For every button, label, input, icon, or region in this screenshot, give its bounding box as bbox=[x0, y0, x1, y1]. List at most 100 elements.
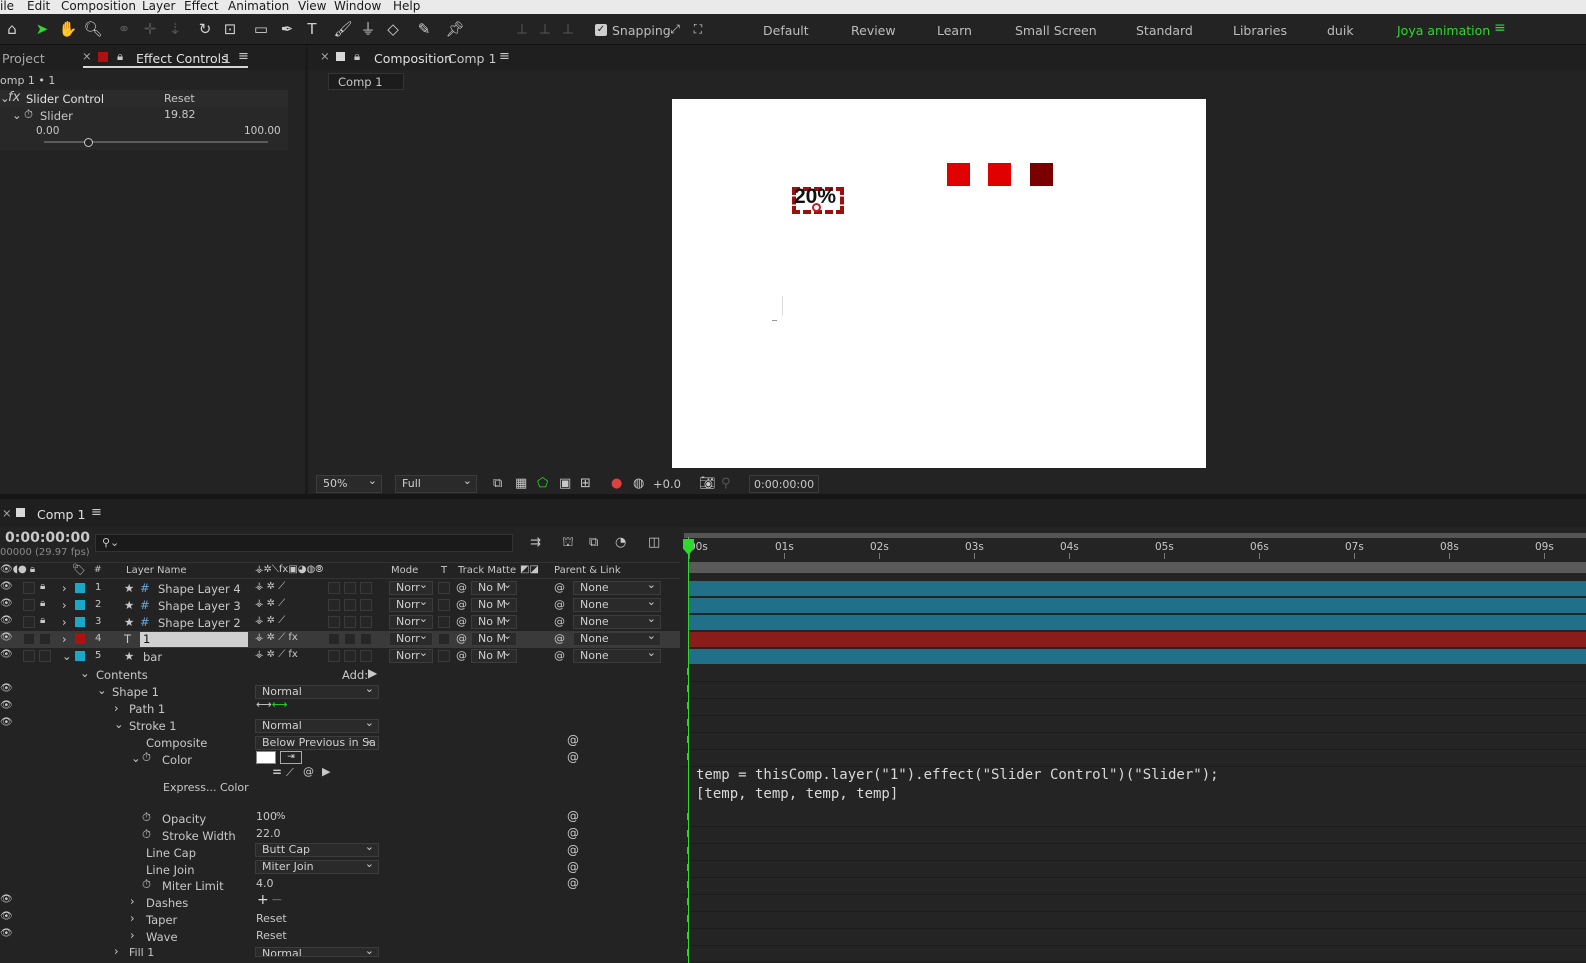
expression-pickwhip-icon[interactable]: @ bbox=[303, 765, 314, 778]
layer-duration-bar[interactable] bbox=[689, 598, 1586, 613]
parent-dropdown[interactable]: None bbox=[573, 579, 661, 595]
composite-dropdown[interactable]: Below Previous in Sa bbox=[255, 736, 379, 750]
dashes-chevron-icon[interactable]: › bbox=[130, 894, 135, 908]
layer-switch-icons[interactable]: ⚶ ✲ ⟋ bbox=[255, 615, 285, 626]
snap-features-icon[interactable]: ⛶ bbox=[688, 19, 708, 39]
matte-pickwhip-icon[interactable]: @ bbox=[456, 598, 467, 611]
workspace-standard[interactable]: Standard bbox=[1136, 23, 1193, 38]
parent-dropdown[interactable]: None bbox=[573, 613, 661, 629]
effect-name[interactable]: Slider Control bbox=[26, 92, 104, 106]
stopwatch-icon[interactable]: ⏱︎ bbox=[142, 810, 151, 825]
draft-3d-icon[interactable]: ⛫ bbox=[562, 535, 574, 552]
fast-previews-icon[interactable]: ⧉ bbox=[493, 476, 502, 491]
pickwhip-icon[interactable]: @ bbox=[567, 826, 579, 840]
motion-blur-switch[interactable] bbox=[328, 599, 340, 611]
miter-limit-value[interactable]: 4.0 bbox=[256, 877, 274, 890]
layer-mode-dropdown[interactable]: Norr bbox=[389, 579, 433, 595]
layer-name[interactable]: bar bbox=[143, 650, 162, 664]
path1-chevron-icon[interactable]: › bbox=[114, 701, 119, 715]
comp-mini-flowchart-icon[interactable]: ⇉ bbox=[530, 535, 541, 550]
3d-layer-switch[interactable] bbox=[360, 582, 372, 594]
layer-label-color[interactable] bbox=[75, 617, 85, 627]
eyedropper-icon[interactable]: ⇥ bbox=[280, 751, 302, 764]
layer-search-input[interactable]: ⚲⌄ bbox=[95, 534, 513, 552]
axis-local-icon[interactable]: ⟂ bbox=[512, 19, 532, 39]
3d-layer-switch[interactable] bbox=[360, 616, 372, 628]
taper-chevron-icon[interactable]: › bbox=[130, 911, 135, 925]
layer-label-color[interactable] bbox=[75, 583, 85, 593]
pickwhip-icon[interactable]: @ bbox=[567, 876, 579, 890]
layer-expand-chevron-icon[interactable]: › bbox=[62, 598, 67, 612]
slider-track[interactable] bbox=[44, 141, 268, 143]
viewer-timecode[interactable]: 0:00:00:00 bbox=[749, 475, 819, 493]
motion-blur-switch[interactable] bbox=[328, 633, 340, 645]
workspace-default[interactable]: Default bbox=[763, 23, 809, 38]
path-direction-icons[interactable]: ⟷⟷ bbox=[256, 698, 288, 711]
rotate-tool-icon[interactable]: ↻ bbox=[195, 19, 215, 39]
work-area-bar[interactable] bbox=[684, 533, 1586, 538]
anchor-point-icon[interactable] bbox=[812, 203, 821, 212]
graph-editor-icon[interactable]: ◫ bbox=[648, 535, 660, 550]
mode-header[interactable]: Mode bbox=[391, 565, 418, 576]
layer-switch-icons[interactable]: ⚶ ✲ ⟋ fx bbox=[255, 649, 298, 660]
axis-world-icon[interactable]: ⟂ bbox=[535, 19, 555, 39]
motion-blur-switch[interactable] bbox=[328, 582, 340, 594]
wave-chevron-icon[interactable]: › bbox=[130, 928, 135, 942]
adjustment-switch[interactable] bbox=[344, 633, 356, 645]
layer-name[interactable]: Shape Layer 2 bbox=[158, 616, 241, 630]
add-dash-button[interactable]: + bbox=[257, 892, 269, 908]
menu-composition[interactable]: Composition bbox=[61, 0, 136, 13]
panel-menu-icon[interactable]: ≡ bbox=[499, 49, 510, 64]
layer-label-color[interactable] bbox=[75, 651, 85, 661]
expression-language-menu-icon[interactable]: ▶ bbox=[322, 765, 330, 778]
snapping-checkbox[interactable]: ✓ bbox=[595, 24, 607, 36]
close-icon[interactable]: × bbox=[2, 506, 12, 520]
parent-pickwhip-icon[interactable]: @ bbox=[554, 581, 565, 594]
layer-name[interactable]: Shape Layer 4 bbox=[158, 582, 241, 596]
close-icon[interactable]: × bbox=[82, 49, 92, 63]
matte-pickwhip-icon[interactable]: @ bbox=[456, 581, 467, 594]
menu-help[interactable]: Help bbox=[393, 0, 420, 13]
eye-icon[interactable]: 👁︎ bbox=[0, 615, 13, 626]
layer-row[interactable]: 👁︎ › 4 T1 ⚶ ✲ ⟋ fx Norr @ No M @ None bbox=[0, 630, 680, 648]
lock-icon[interactable]: 🔒︎ bbox=[354, 49, 360, 64]
pickwhip-icon[interactable]: @ bbox=[567, 733, 579, 747]
lock-icon[interactable]: 🔒︎ bbox=[40, 581, 45, 592]
eye-icon[interactable]: 👁︎ bbox=[0, 700, 13, 711]
pickwhip-icon[interactable]: @ bbox=[567, 750, 579, 764]
clone-stamp-tool-icon[interactable]: ⏚ bbox=[358, 19, 378, 39]
tab-project[interactable]: Project bbox=[2, 51, 45, 66]
track-matte-header[interactable]: Track Matte bbox=[458, 565, 516, 576]
color-management-icon[interactable]: ◍ bbox=[633, 476, 644, 491]
panel-menu-icon[interactable]: ≡ bbox=[91, 505, 102, 520]
menu-layer[interactable]: Layer bbox=[142, 0, 175, 13]
red-square-2[interactable] bbox=[988, 163, 1011, 186]
time-ruler[interactable]: 00s 01s 02s 03s 04s 05s 06s 07s 08s 09s bbox=[682, 539, 1586, 559]
motion-blur-icon[interactable]: ◔ bbox=[615, 535, 626, 550]
anchor-tool-icon[interactable]: ⊡ bbox=[220, 19, 240, 39]
workspace-duik[interactable]: duik bbox=[1327, 23, 1354, 38]
track-matte-dropdown[interactable]: No M bbox=[471, 579, 517, 595]
exposure-value[interactable]: +0.0 bbox=[653, 477, 681, 491]
selection-tool-icon[interactable]: ➤ bbox=[32, 19, 52, 39]
solo-toggle[interactable] bbox=[23, 633, 35, 645]
expand-slider-chevron-icon[interactable]: ⌄ bbox=[12, 108, 22, 122]
eye-icon[interactable]: 👁︎ bbox=[0, 632, 13, 643]
solo-toggle[interactable] bbox=[23, 599, 35, 611]
stroke1-chevron-icon[interactable]: ⌄ bbox=[114, 717, 124, 731]
pickwhip-icon[interactable]: @ bbox=[567, 809, 579, 823]
shape1-chevron-icon[interactable]: ⌄ bbox=[97, 683, 107, 697]
menu-view[interactable]: View bbox=[298, 0, 326, 13]
lock-toggle[interactable] bbox=[39, 650, 51, 662]
eye-icon[interactable]: 👁︎ bbox=[0, 911, 13, 922]
workspace-joya-animation[interactable]: Joya animation bbox=[1397, 23, 1490, 38]
frame-blending-icon[interactable]: ⧉ bbox=[589, 535, 598, 550]
matte-pickwhip-icon[interactable]: @ bbox=[456, 615, 467, 628]
solo-toggle[interactable] bbox=[23, 582, 35, 594]
layer-label-color[interactable] bbox=[75, 634, 85, 644]
stroke1-blend-mode[interactable]: Normal bbox=[255, 717, 379, 733]
tab-timeline-comp[interactable]: Comp 1 bbox=[37, 507, 85, 522]
puppet-pin-tool-icon[interactable]: 📌︎ bbox=[445, 19, 465, 39]
matte-pickwhip-icon[interactable]: @ bbox=[456, 632, 467, 645]
workspace-small-screen[interactable]: Small Screen bbox=[1015, 23, 1097, 38]
